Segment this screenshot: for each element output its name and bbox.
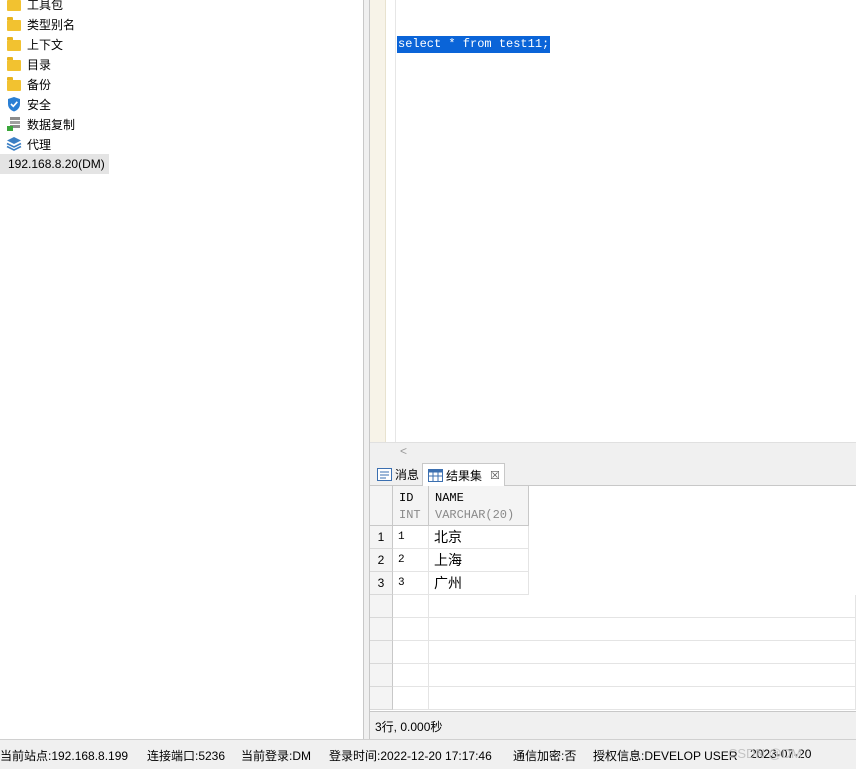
sql-code-line[interactable]: select * from test11; (397, 36, 551, 53)
status-login: 当前登录:DM (241, 749, 311, 763)
empty-cell (393, 618, 429, 641)
tree-item-directory[interactable]: 目录 (6, 54, 51, 74)
watermark: CSDN @DM (728, 746, 802, 761)
sql-editor[interactable]: select * from test11; (370, 0, 856, 442)
tree-item-toolkit[interactable]: 工具包 (6, 0, 63, 14)
editor-fold-gutter (386, 0, 396, 442)
folder-icon (6, 0, 22, 12)
tree-item-label: 备份 (27, 77, 52, 92)
empty-cell (429, 618, 856, 641)
empty-cell (393, 664, 429, 687)
column-name: NAME (435, 491, 464, 505)
tab-messages-label: 消息 (395, 468, 420, 482)
status-encryption: 通信加密:否 (513, 749, 577, 763)
result-summary: 3行, 0.000秒 (370, 711, 856, 739)
row-number[interactable]: 2 (370, 549, 393, 572)
tree-item-context[interactable]: 上下文 (6, 34, 63, 54)
tree-item-label: 数据复制 (27, 117, 76, 132)
tree-item-connection[interactable]: 192.168.8.20(DM) (0, 154, 109, 174)
tab-result-set-label: 结果集 (446, 469, 483, 483)
tab-result-set[interactable]: 结果集 ☒ (422, 463, 505, 487)
empty-cell (429, 664, 856, 687)
column-header-id[interactable]: ID INT (393, 486, 429, 526)
tree-item-label: 代理 (27, 137, 52, 152)
table-cell[interactable]: 广州 (429, 572, 529, 595)
column-type: INT (399, 508, 421, 522)
empty-cell (393, 641, 429, 664)
empty-cell (429, 687, 856, 710)
row-number (370, 618, 393, 641)
row-number (370, 641, 393, 664)
editor-horizontal-scrollbar[interactable]: < (370, 442, 856, 460)
row-number (370, 595, 393, 618)
tab-messages[interactable]: 消息 (372, 463, 423, 486)
empty-cell (393, 595, 429, 618)
tree-item-label: 类型别名 (27, 17, 76, 32)
table-cell[interactable]: 上海 (429, 549, 529, 572)
tree-item-label: 工具包 (27, 0, 64, 12)
column-type: VARCHAR(20) (435, 508, 515, 522)
tree-item-proxy[interactable]: 代理 (6, 134, 51, 154)
app-window: 工具包 类型别名 上下文 目录 备份 安全 数据复制 代理 192.168.8.… (0, 0, 856, 769)
table-cell[interactable]: 1 (393, 526, 429, 549)
layers-icon (6, 136, 22, 152)
table-cell[interactable]: 北京 (429, 526, 529, 549)
editor-gutter (370, 0, 386, 442)
folder-icon (6, 16, 22, 32)
folder-icon (6, 76, 22, 92)
status-site: 当前站点:192.168.8.199 (0, 749, 129, 763)
column-name: ID (399, 491, 414, 505)
tree-item-backup[interactable]: 备份 (6, 74, 51, 94)
tree-item-label: 安全 (27, 97, 52, 112)
message-icon (376, 468, 392, 482)
grid-corner (370, 486, 393, 526)
tree-item-security[interactable]: 安全 (6, 94, 51, 114)
empty-cell (393, 687, 429, 710)
folder-icon (6, 36, 22, 52)
column-header-name[interactable]: NAME VARCHAR(20) (429, 486, 529, 526)
close-icon[interactable]: ☒ (490, 469, 500, 482)
replication-icon (6, 116, 22, 132)
tree-item-label: 目录 (27, 57, 52, 72)
row-number[interactable]: 3 (370, 572, 393, 595)
scroll-left-icon[interactable]: < (400, 444, 407, 458)
status-port: 连接端口:5236 (147, 749, 226, 763)
tree-item-replication[interactable]: 数据复制 (6, 114, 75, 134)
status-bar: 当前站点:192.168.8.199 连接端口:5236 当前登录:DM 登录时… (0, 739, 856, 769)
shield-icon (6, 96, 22, 112)
tree-item-label: 上下文 (27, 37, 64, 52)
row-number (370, 687, 393, 710)
folder-icon (6, 56, 22, 72)
result-tabs: 消息 结果集 ☒ (370, 460, 856, 487)
status-license: 授权信息:DEVELOP USER (593, 749, 738, 763)
row-number[interactable]: 1 (370, 526, 393, 549)
result-grid: ID INT NAME VARCHAR(20) 1 1 北京 2 2 上海 3 … (370, 486, 856, 711)
connection-label: 192.168.8.20(DM) (8, 157, 105, 171)
empty-cell (429, 595, 856, 618)
table-cell[interactable]: 3 (393, 572, 429, 595)
table-icon (427, 469, 443, 483)
table-cell[interactable]: 2 (393, 549, 429, 572)
empty-cell (429, 641, 856, 664)
status-login-time: 登录时间:2022-12-20 17:17:46 (329, 749, 492, 763)
row-number (370, 664, 393, 687)
tree-item-type-alias[interactable]: 类型别名 (6, 14, 75, 34)
object-tree-panel: 工具包 类型别名 上下文 目录 备份 安全 数据复制 代理 192.168.8.… (0, 0, 364, 739)
